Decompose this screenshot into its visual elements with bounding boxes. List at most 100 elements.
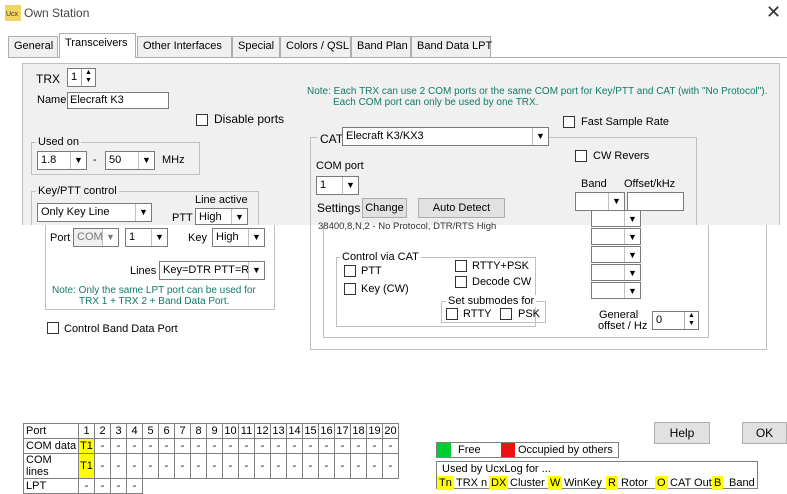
- ucxlog-app-icon: Ucx: [5, 5, 21, 21]
- port-cell: -: [110, 478, 127, 494]
- key-ptt-mode-select[interactable]: Only Key Line ▼: [37, 203, 152, 222]
- port-cell: -: [302, 438, 319, 454]
- tab-other-interfaces[interactable]: Other Interfaces: [137, 36, 232, 57]
- name-label: Name: [37, 94, 67, 106]
- port-cell: -: [286, 438, 303, 454]
- lines-select[interactable]: Key=DTR PTT=RTS ▼: [159, 261, 265, 280]
- port-column-header: 8: [190, 423, 207, 439]
- port-column-header: 7: [174, 423, 191, 439]
- used-on-unit: MHz: [162, 154, 185, 166]
- used-by-meaning: TRX n: [456, 477, 488, 489]
- cw-revers-label: CW Revers: [593, 150, 650, 162]
- used-by-code: Tn: [437, 476, 454, 490]
- key-active-select[interactable]: High ▼: [212, 228, 265, 247]
- trx-note-line2: Each COM port can only be used by one TR…: [333, 97, 539, 108]
- ptt-active-value: High: [199, 211, 222, 223]
- auto-detect-button[interactable]: Auto Detect: [418, 198, 505, 218]
- used-on-from-select[interactable]: 1.8 ▼: [37, 151, 87, 170]
- used-by-meaning: WinKey: [564, 477, 602, 489]
- port-cell: -: [158, 438, 175, 454]
- band-select-1[interactable]: ▼: [575, 192, 625, 211]
- used-by-code: B: [712, 476, 724, 490]
- port-cell: -: [254, 438, 271, 454]
- used-by-meaning: CAT Out: [670, 477, 712, 489]
- port-column-header: 15: [302, 423, 319, 439]
- tab-general[interactable]: General: [8, 36, 58, 57]
- tab-band-plan[interactable]: Band Plan: [351, 36, 411, 57]
- used-by-meaning: Cluster: [510, 477, 545, 489]
- port-number-select[interactable]: 1 ▼: [125, 228, 168, 247]
- tab-transceivers[interactable]: Transceivers: [59, 33, 136, 58]
- window-title: Own Station: [24, 6, 90, 20]
- key-label: Key: [188, 232, 207, 244]
- port-cell: -: [318, 438, 335, 454]
- table-row: COM data T1 - - - - - - - - - - - - - - …: [23, 438, 399, 454]
- port-cell: -: [206, 438, 223, 454]
- port-cell: -: [126, 438, 143, 454]
- port-cell: T1: [78, 453, 95, 479]
- tab-colors-qsl[interactable]: Colors / QSL: [280, 36, 351, 57]
- chevron-down-icon: ▼: [231, 209, 247, 224]
- band-column-label: Band: [581, 178, 607, 190]
- port-cell: -: [142, 438, 159, 454]
- port-cell: -: [206, 453, 223, 479]
- port-cell: -: [78, 478, 95, 494]
- port-cell: T1: [78, 438, 95, 454]
- ptt-label: PTT: [172, 212, 193, 224]
- port-cell: -: [334, 438, 351, 454]
- port-cell: -: [126, 478, 143, 494]
- disable-ports-checkbox[interactable]: [196, 114, 208, 126]
- port-label: Port: [50, 232, 71, 244]
- cw-revers-checkbox[interactable]: [575, 150, 587, 162]
- port-type-value: COM: [77, 231, 103, 243]
- key-ptt-mode-value: Only Key Line: [41, 206, 110, 218]
- row-label: LPT: [23, 478, 79, 494]
- ptt-active-select[interactable]: High ▼: [195, 208, 248, 225]
- port-cell: -: [350, 453, 367, 479]
- spin-updown-icon[interactable]: ▲ ▼: [81, 69, 95, 86]
- close-icon[interactable]: ✕: [766, 2, 781, 23]
- cat-protocol-select[interactable]: Elecraft K3/KX3 ▼: [342, 127, 549, 146]
- chevron-down-icon: ▼: [70, 152, 86, 169]
- port-cell: -: [158, 453, 175, 479]
- offset-input-1[interactable]: [627, 192, 684, 211]
- port-column-header: 20: [382, 423, 399, 439]
- port-cell: -: [222, 453, 239, 479]
- port-cell: -: [110, 438, 127, 454]
- used-on-to-value: 50: [109, 154, 122, 166]
- port-cell: -: [94, 438, 111, 454]
- port-type-select[interactable]: COM ▼: [73, 228, 119, 247]
- trx-name-input[interactable]: Elecraft K3: [67, 92, 169, 109]
- tab-special[interactable]: Special: [232, 36, 280, 57]
- port-cell: -: [126, 453, 143, 479]
- port-number-value: 1: [129, 231, 136, 243]
- used-by-code: DX: [489, 476, 509, 490]
- lpt-note-line2: TRX 1 + TRX 2 + Band Data Port.: [79, 296, 230, 307]
- trx-spinner[interactable]: 1 ▲ ▼: [67, 68, 96, 87]
- port-cell: -: [286, 453, 303, 479]
- port-cell: -: [302, 453, 319, 479]
- own-station-window: Ucx Own Station ✕ General Transceivers O…: [0, 0, 787, 494]
- chevron-down-icon: ▼: [532, 128, 548, 145]
- help-button[interactable]: Help: [654, 422, 710, 444]
- control-band-data-port-checkbox[interactable]: [47, 322, 59, 334]
- ok-button[interactable]: OK: [742, 422, 787, 444]
- used-by-meaning: Band: [729, 477, 755, 489]
- key-ptt-legend: Key/PTT control: [36, 185, 119, 197]
- chevron-down-icon: ▼: [102, 229, 118, 246]
- tab-band-data-lpt[interactable]: Band Data LPT: [411, 36, 492, 57]
- settings-label: Settings: [317, 201, 361, 215]
- cat-com-port-select[interactable]: 1 ▼: [316, 176, 359, 195]
- port-cell: -: [174, 438, 191, 454]
- control-band-data-port-label: Control Band Data Port: [64, 323, 178, 335]
- fast-sample-rate-checkbox[interactable]: [563, 116, 575, 128]
- change-button[interactable]: Change: [362, 198, 407, 218]
- port-column-header: 19: [366, 423, 383, 439]
- offset-column-label: Offset/kHz: [624, 178, 676, 190]
- port-cell: -: [222, 438, 239, 454]
- chevron-down-icon: ▼: [248, 262, 264, 279]
- table-row: LPT - - - -: [23, 478, 399, 494]
- row-label: COM lines: [23, 453, 79, 479]
- used-on-to-select[interactable]: 50 ▼: [105, 151, 155, 170]
- port-cell: -: [334, 453, 351, 479]
